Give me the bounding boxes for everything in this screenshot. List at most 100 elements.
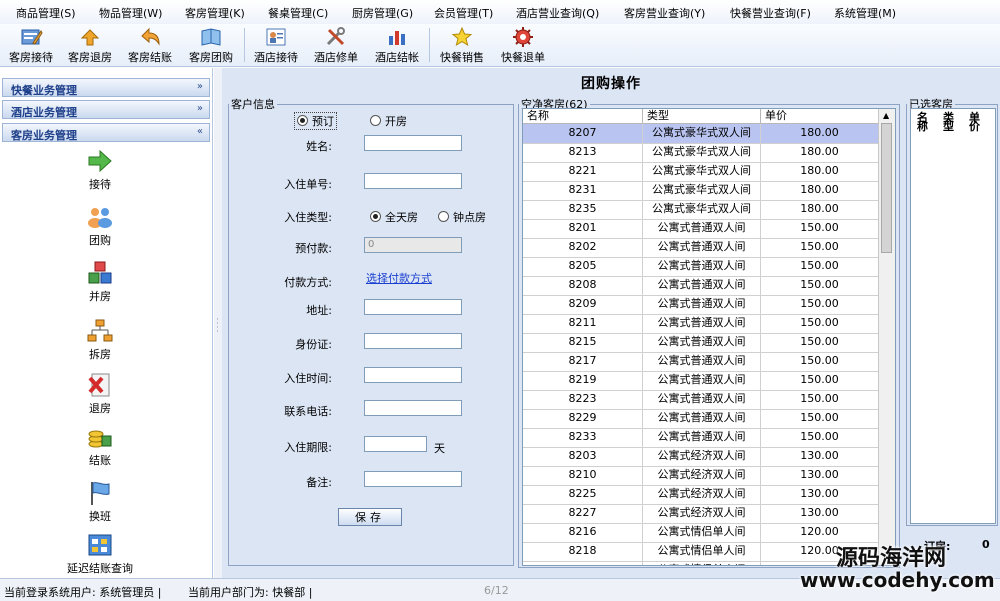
room-type-cell: 公寓式普通双人间 <box>643 409 761 428</box>
menu-members[interactable]: 会员管理(T) <box>434 5 493 21</box>
table-row[interactable]: 8211 公寓式普通双人间 150.00 <box>523 314 879 334</box>
period-input[interactable] <box>364 436 427 452</box>
radio-hourly[interactable]: 钟点房 <box>438 209 486 225</box>
table-row[interactable]: 8225 公寓式经济双人间 130.00 <box>523 485 879 505</box>
room-price-cell: 150.00 <box>761 238 879 257</box>
column-header[interactable]: 名称 <box>523 109 643 123</box>
table-row[interactable]: 8201 公寓式普通双人间 150.00 <box>523 219 879 239</box>
checkin-time-input[interactable] <box>364 367 462 383</box>
scroll-up-icon[interactable]: ▲ <box>883 111 889 120</box>
hotel-reception-button[interactable]: 酒店接待 <box>247 25 305 65</box>
sidebar-item-reception[interactable]: 接待 <box>75 148 125 192</box>
table-row[interactable]: 8207 公寓式豪华式双人间 180.00 <box>523 124 879 144</box>
save-button[interactable]: 保存 <box>338 508 402 526</box>
radio-book[interactable]: 预订 <box>294 112 337 130</box>
sidebar-item-split-room[interactable]: 拆房 <box>75 318 125 362</box>
room-reception-button[interactable]: 客房接待 <box>2 25 60 65</box>
menu-goods[interactable]: 商品管理(S) <box>16 5 76 21</box>
column-header[interactable]: 单价 <box>761 109 879 123</box>
coins-icon <box>88 430 112 448</box>
menu-kitchen[interactable]: 厨房管理(G) <box>352 5 413 21</box>
menu-tables[interactable]: 餐桌管理(C) <box>268 5 328 21</box>
scroll-thumb[interactable] <box>881 123 892 253</box>
status-dept: 当前用户部门为: 快餐部 | <box>188 586 313 599</box>
phone-input[interactable] <box>364 400 462 416</box>
sidebar-section-fastfood[interactable]: 快餐业务管理 » <box>2 78 210 97</box>
table-row[interactable]: 8202 公寓式普通双人间 150.00 <box>523 238 879 258</box>
column-header[interactable]: 单价 <box>969 112 983 132</box>
menu-room-query[interactable]: 客房营业查询(Y) <box>624 5 705 21</box>
select-payment-link[interactable]: 选择付款方式 <box>366 270 432 286</box>
vacant-rooms-table: 名称 类型 单价 8207 公寓式豪华式双人间 180.00 8213 公寓式豪华式双人… <box>522 108 896 566</box>
sidebar-item-delayed-settle-query[interactable]: 延迟结账查询 <box>50 532 150 576</box>
menu-items[interactable]: 物品管理(W) <box>99 5 162 21</box>
menu-hotel-query[interactable]: 酒店营业查询(Q) <box>516 5 599 21</box>
table-row[interactable]: 8205 公寓式普通双人间 150.00 <box>523 257 879 277</box>
deposit-input[interactable]: 0 <box>364 237 462 253</box>
table-row[interactable]: 8220公寓式情侣单人间120.00 <box>523 561 879 565</box>
room-settle-button[interactable]: 客房结账 <box>121 25 179 65</box>
address-input[interactable] <box>364 299 462 315</box>
vertical-scrollbar[interactable]: ▲ <box>878 109 895 565</box>
table-row[interactable]: 8213 公寓式豪华式双人间 180.00 <box>523 143 879 163</box>
table-row[interactable]: 8221 公寓式豪华式双人间 180.00 <box>523 162 879 182</box>
tools-icon <box>326 27 345 46</box>
column-header[interactable]: 类型 <box>943 112 957 132</box>
room-price-cell: 130.00 <box>761 485 879 504</box>
sidebar-item-shift-change[interactable]: 换班 <box>75 480 125 524</box>
room-type-cell: 公寓式豪华式双人间 <box>643 124 761 143</box>
room-type-cell: 公寓式普通双人间 <box>643 371 761 390</box>
menu-system[interactable]: 系统管理(M) <box>834 5 896 21</box>
room-name-cell: 8231 <box>523 181 643 200</box>
table-row[interactable]: 8231 公寓式豪华式双人间 180.00 <box>523 181 879 201</box>
room-name-cell: 8216 <box>523 523 643 542</box>
room-group-buy-button[interactable]: 客房团购 <box>182 25 240 65</box>
table-row[interactable]: 8218 公寓式情侣单人间 120.00 <box>523 542 879 562</box>
fastfood-sales-button[interactable]: 快餐销售 <box>433 25 491 65</box>
smiley-star-icon <box>451 26 473 47</box>
fastfood-refund-button[interactable]: 快餐退单 <box>494 25 552 65</box>
splitter[interactable]: · · · · <box>214 68 222 578</box>
column-header[interactable]: 类型 <box>643 109 761 123</box>
hotel-modify-order-button[interactable]: 酒店修单 <box>307 25 365 65</box>
table-row[interactable]: 8203 公寓式经济双人间 130.00 <box>523 447 879 467</box>
menu-fastfood-query[interactable]: 快餐营业查询(F) <box>730 5 811 21</box>
radio-open-room[interactable]: 开房 <box>370 113 407 129</box>
menu-rooms[interactable]: 客房管理(K) <box>185 5 245 21</box>
room-type-cell: 公寓式普通双人间 <box>643 219 761 238</box>
radio-full-day[interactable]: 全天房 <box>370 209 418 225</box>
table-row[interactable]: 8210 公寓式经济双人间 130.00 <box>523 466 879 486</box>
remark-input[interactable] <box>364 471 462 487</box>
name-input[interactable] <box>364 135 462 151</box>
return-arrow-icon <box>80 29 100 46</box>
table-row[interactable]: 8217 公寓式普通双人间 150.00 <box>523 352 879 372</box>
sidebar-item-merge-room[interactable]: 并房 <box>75 260 125 304</box>
id-card-input[interactable] <box>364 333 462 349</box>
room-type-cell: 公寓式经济双人间 <box>643 485 761 504</box>
table-row[interactable]: 8223 公寓式普通双人间 150.00 <box>523 390 879 410</box>
column-header[interactable]: 名称 <box>917 112 931 132</box>
order-no-input[interactable] <box>364 173 462 189</box>
table-row[interactable]: 8216 公寓式情侣单人间 120.00 <box>523 523 879 543</box>
room-price-cell: 150.00 <box>761 257 879 276</box>
sidebar-item-settle[interactable]: 结账 <box>75 424 125 468</box>
table-row[interactable]: 8235 公寓式豪华式双人间 180.00 <box>523 200 879 220</box>
sidebar-section-rooms[interactable]: 客房业务管理 « <box>2 123 210 142</box>
sidebar-item-group-buy[interactable]: 团购 <box>75 204 125 248</box>
room-name-cell: 8208 <box>523 276 643 295</box>
room-name-cell: 8215 <box>523 333 643 352</box>
sidebar-section-hotel[interactable]: 酒店业务管理 » <box>2 100 210 119</box>
table-row[interactable]: 8208 公寓式普通双人间 150.00 <box>523 276 879 296</box>
hotel-settle-button[interactable]: 酒店结帐 <box>368 25 426 65</box>
room-checkout-button[interactable]: 客房退房 <box>61 25 119 65</box>
table-row[interactable]: 8229 公寓式普通双人间 150.00 <box>523 409 879 429</box>
table-row[interactable]: 8215 公寓式普通双人间 150.00 <box>523 333 879 353</box>
table-row[interactable]: 8233 公寓式普通双人间 150.00 <box>523 428 879 448</box>
room-price-cell: 150.00 <box>761 333 879 352</box>
table-row[interactable]: 8209 公寓式普通双人间 150.00 <box>523 295 879 315</box>
table-row[interactable]: 8219 公寓式普通双人间 150.00 <box>523 371 879 391</box>
status-user: 当前登录系统用户: 系统管理员 | <box>4 586 162 599</box>
sidebar-item-checkout[interactable]: 退房 <box>75 372 125 416</box>
arrow-right-icon <box>88 149 112 173</box>
table-row[interactable]: 8227 公寓式经济双人间 130.00 <box>523 504 879 524</box>
